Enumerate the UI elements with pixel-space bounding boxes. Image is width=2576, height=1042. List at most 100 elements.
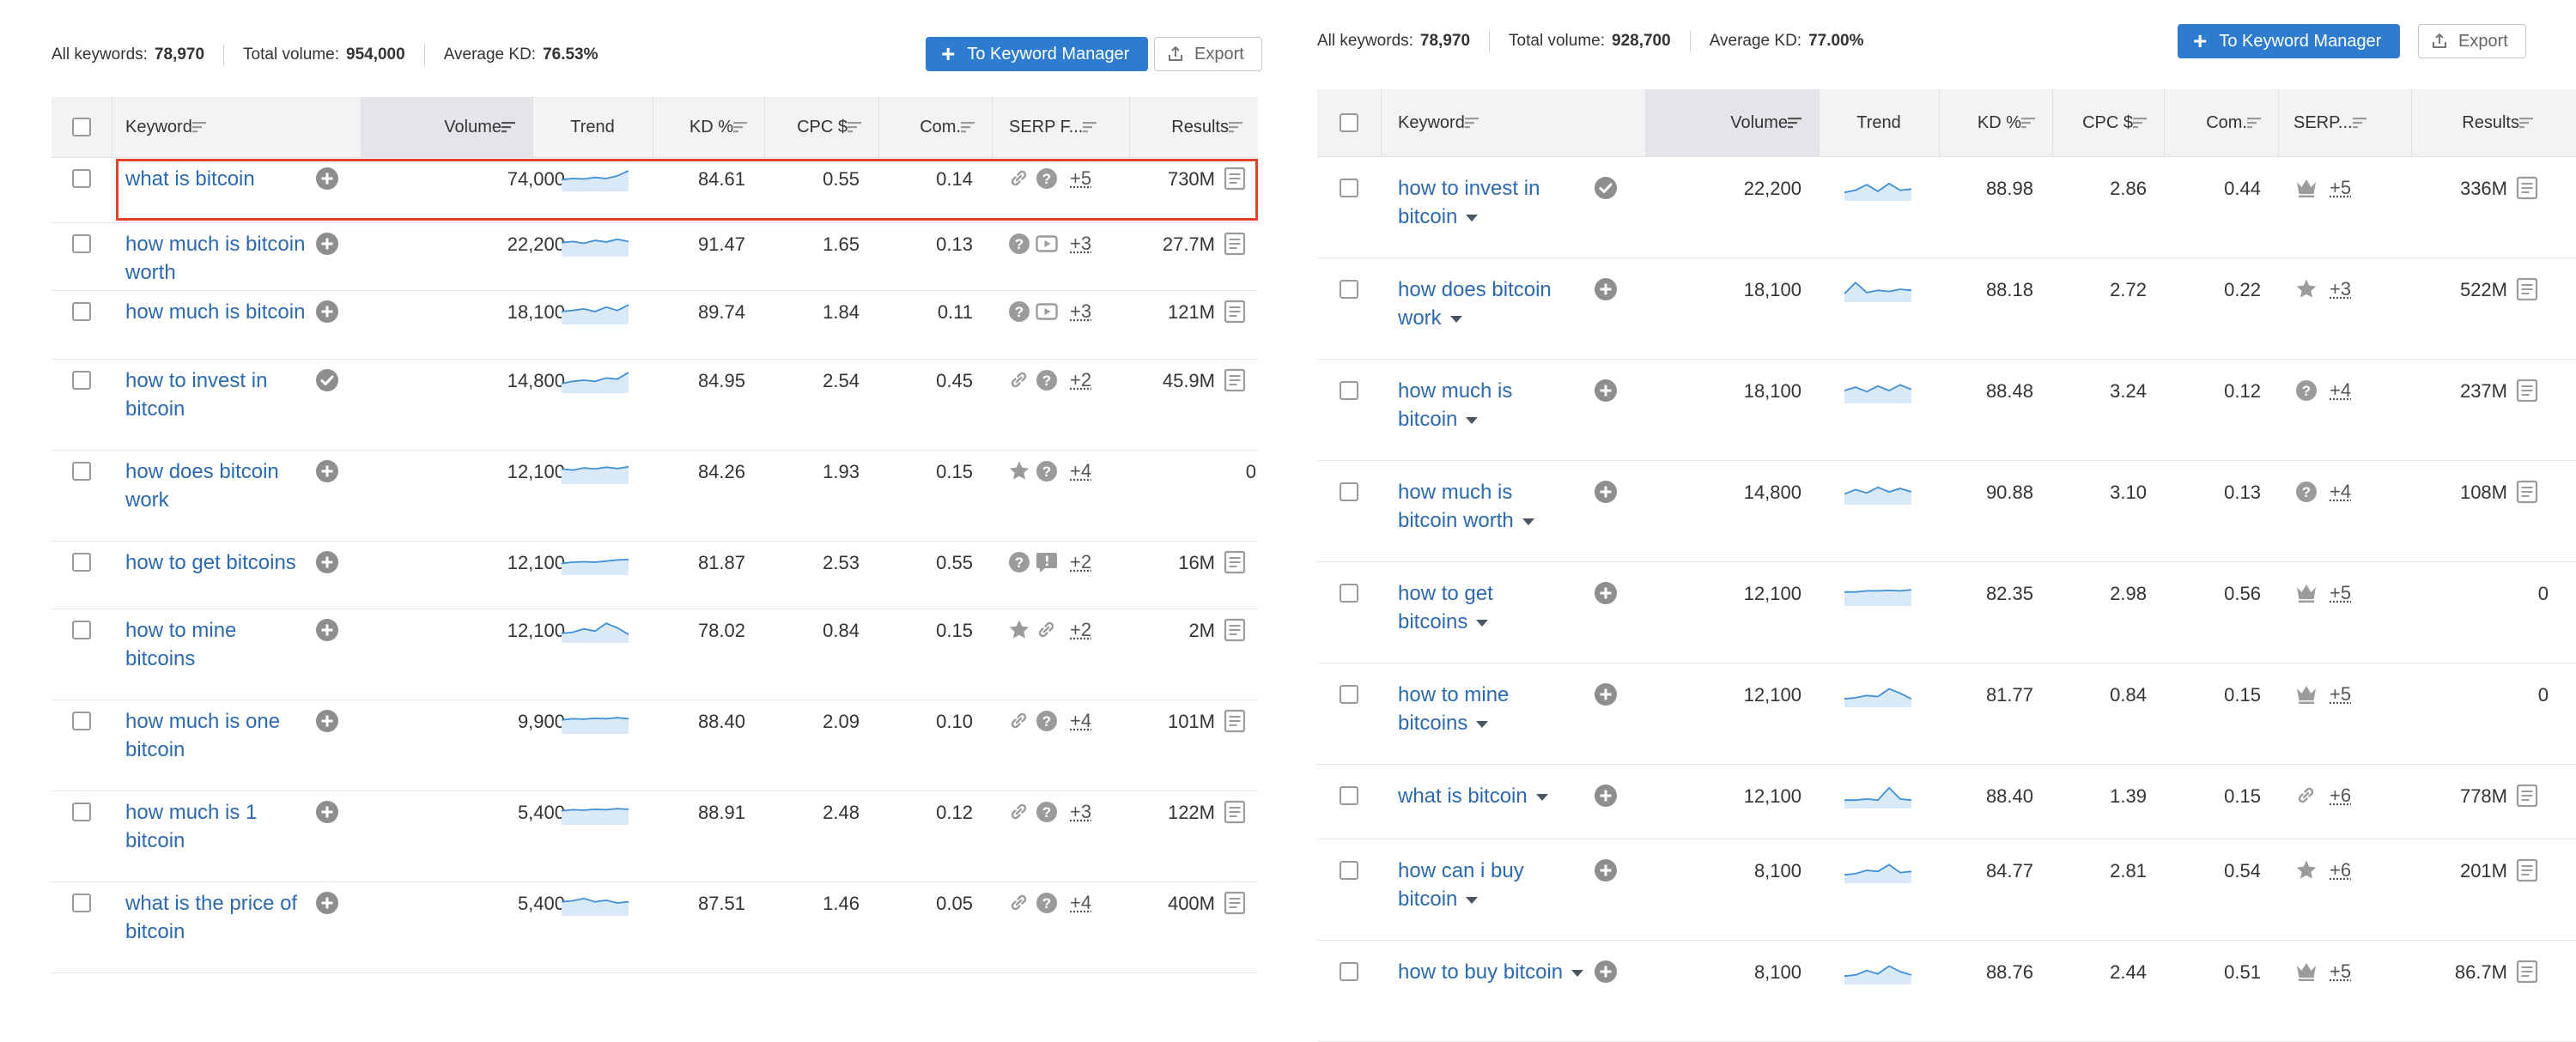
serp-snapshot-button[interactable]: [1224, 167, 1246, 191]
keyword-link[interactable]: how much is bitcoin: [125, 298, 314, 326]
to-keyword-manager-button[interactable]: + To Keyword Manager: [2178, 24, 2401, 58]
column-volume[interactable]: Volume: [1645, 89, 1819, 156]
keyword-link[interactable]: what is bitcoin: [1398, 782, 1595, 810]
column-cpc[interactable]: CPC $: [764, 97, 878, 157]
serp-snapshot-button[interactable]: [1224, 550, 1246, 574]
row-checkbox[interactable]: [1340, 786, 1358, 805]
serp-more-link[interactable]: +6: [2330, 785, 2351, 807]
keyword-link[interactable]: what is the price of bitcoin: [125, 889, 314, 946]
chevron-down-icon[interactable]: [1449, 315, 1462, 323]
keyword-link[interactable]: how to mine bitcoins: [125, 616, 314, 673]
to-keyword-manager-button[interactable]: + To Keyword Manager: [926, 37, 1149, 71]
row-checkbox[interactable]: [72, 553, 91, 572]
row-checkbox[interactable]: [1340, 280, 1358, 299]
row-checkbox[interactable]: [1340, 584, 1358, 603]
row-checkbox[interactable]: [72, 371, 91, 390]
serp-more-link[interactable]: +4: [1070, 460, 1091, 482]
chevron-down-icon[interactable]: [1466, 214, 1479, 221]
keyword-link[interactable]: how to invest in bitcoin: [125, 367, 314, 423]
add-to-list-button[interactable]: [1594, 480, 1618, 504]
serp-snapshot-button[interactable]: [1224, 368, 1246, 392]
keyword-link[interactable]: how to invest in bitcoin: [1398, 174, 1595, 231]
row-checkbox[interactable]: [72, 234, 91, 253]
serp-snapshot-button[interactable]: [2516, 858, 2538, 882]
serp-snapshot-button[interactable]: [2516, 784, 2538, 808]
serp-snapshot-button[interactable]: [2516, 379, 2538, 403]
chevron-down-icon[interactable]: [1476, 720, 1489, 728]
row-checkbox[interactable]: [1340, 179, 1358, 197]
row-checkbox[interactable]: [72, 712, 91, 730]
keyword-link[interactable]: how to get bitcoins: [125, 548, 314, 577]
column-results[interactable]: Results: [2411, 89, 2549, 156]
serp-snapshot-button[interactable]: [2516, 176, 2538, 200]
column-keyword[interactable]: Keyword: [125, 97, 206, 157]
row-checkbox[interactable]: [72, 169, 91, 188]
keyword-link[interactable]: how much is bitcoin: [1398, 377, 1595, 433]
row-checkbox[interactable]: [72, 462, 91, 481]
chevron-down-icon[interactable]: [1476, 619, 1489, 627]
serp-snapshot-button[interactable]: [1224, 618, 1246, 642]
add-to-list-button[interactable]: [1594, 784, 1618, 808]
row-checkbox[interactable]: [1340, 962, 1358, 981]
keyword-link[interactable]: how to buy bitcoin: [1398, 958, 1595, 986]
serp-more-link[interactable]: +4: [2330, 481, 2351, 503]
serp-more-link[interactable]: +5: [2330, 960, 2351, 983]
keyword-link[interactable]: how can i buy bitcoin: [1398, 857, 1595, 913]
keyword-link[interactable]: how much is bitcoin worth: [1398, 478, 1595, 535]
serp-snapshot-button[interactable]: [2516, 480, 2538, 504]
column-serp[interactable]: SERP F...: [992, 97, 1129, 157]
add-to-list-button[interactable]: [1594, 581, 1618, 605]
serp-more-link[interactable]: +5: [2330, 683, 2351, 706]
chevron-down-icon[interactable]: [1522, 518, 1534, 525]
column-kd[interactable]: KD %: [1939, 89, 2052, 156]
serp-more-link[interactable]: +4: [2330, 379, 2351, 402]
select-all-checkbox[interactable]: [1340, 113, 1358, 132]
serp-snapshot-button[interactable]: [1224, 709, 1246, 733]
row-checkbox[interactable]: [1340, 482, 1358, 501]
add-to-list-button[interactable]: [315, 232, 339, 256]
add-to-list-button[interactable]: [1594, 379, 1618, 403]
serp-snapshot-button[interactable]: [2516, 277, 2538, 301]
keyword-link[interactable]: how much is 1 bitcoin: [125, 798, 314, 855]
serp-more-link[interactable]: +5: [2330, 582, 2351, 604]
keyword-link[interactable]: what is bitcoin: [125, 165, 314, 193]
add-to-list-button[interactable]: [315, 550, 339, 574]
row-checkbox[interactable]: [72, 894, 91, 912]
column-serp[interactable]: SERP...: [2278, 89, 2411, 156]
column-keyword[interactable]: Keyword: [1398, 89, 1479, 156]
keyword-link[interactable]: how much is bitcoin worth: [125, 230, 314, 287]
serp-snapshot-button[interactable]: [1224, 300, 1246, 324]
column-kd[interactable]: KD %: [653, 97, 764, 157]
row-checkbox[interactable]: [72, 302, 91, 321]
chevron-down-icon[interactable]: [1466, 416, 1479, 424]
added-to-list-button[interactable]: [1594, 176, 1618, 200]
keyword-link[interactable]: how to mine bitcoins: [1398, 681, 1595, 737]
row-checkbox[interactable]: [72, 621, 91, 639]
row-checkbox[interactable]: [72, 803, 91, 821]
add-to-list-button[interactable]: [1594, 960, 1618, 984]
chevron-down-icon[interactable]: [1535, 793, 1548, 801]
export-button[interactable]: Export: [1154, 37, 1262, 71]
serp-more-link[interactable]: +6: [2330, 859, 2351, 881]
keyword-link[interactable]: how much is one bitcoin: [125, 707, 314, 764]
column-results[interactable]: Results: [1129, 97, 1258, 157]
chevron-down-icon[interactable]: [1466, 896, 1479, 904]
row-checkbox[interactable]: [1340, 861, 1358, 880]
add-to-list-button[interactable]: [315, 459, 339, 483]
added-to-list-button[interactable]: [315, 368, 339, 392]
keyword-link[interactable]: how to get bitcoins: [1398, 579, 1595, 636]
column-volume[interactable]: Volume: [361, 97, 532, 157]
add-to-list-button[interactable]: [315, 167, 339, 191]
serp-snapshot-button[interactable]: [1224, 800, 1246, 824]
serp-snapshot-button[interactable]: [1224, 232, 1246, 256]
column-com[interactable]: Com.: [878, 97, 992, 157]
add-to-list-button[interactable]: [1594, 858, 1618, 882]
chevron-down-icon[interactable]: [1571, 969, 1584, 977]
row-checkbox[interactable]: [1340, 381, 1358, 400]
serp-more-link[interactable]: +3: [2330, 278, 2351, 300]
select-all-checkbox[interactable]: [72, 118, 91, 136]
add-to-list-button[interactable]: [315, 618, 339, 642]
column-com[interactable]: Com.: [2164, 89, 2278, 156]
add-to-list-button[interactable]: [315, 800, 339, 824]
serp-snapshot-button[interactable]: [1224, 891, 1246, 915]
